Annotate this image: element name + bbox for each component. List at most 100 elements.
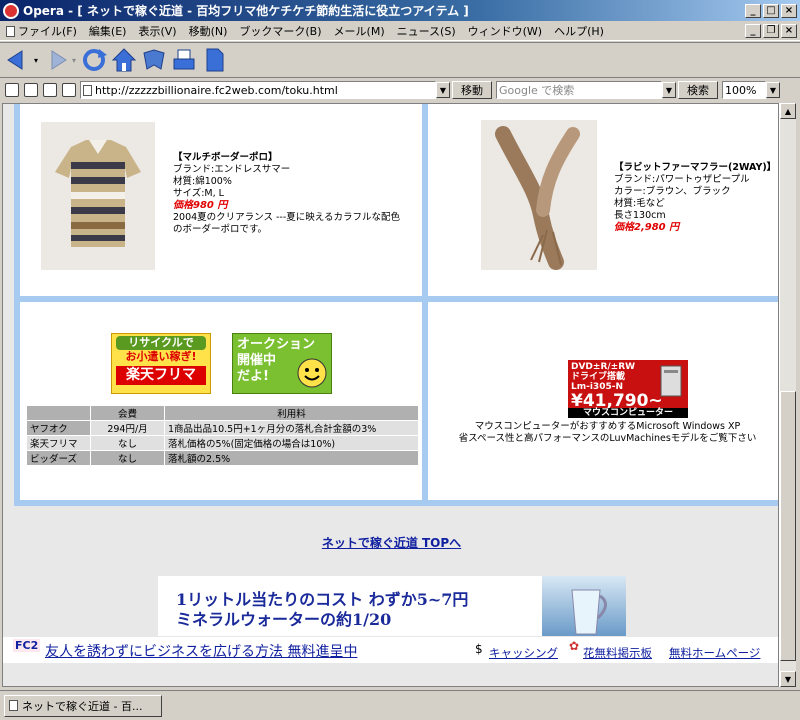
cell-fleamarket xyxy=(20,302,422,500)
menu-window[interactable]: ウィンドウ(W) xyxy=(462,23,548,39)
fee-membership: なし xyxy=(90,435,165,451)
page-tab[interactable]: ネットで稼ぐ近道 - 百... xyxy=(4,694,162,717)
menu-mail[interactable]: メール(M) xyxy=(328,23,391,39)
fee-header-usage: 利用料 xyxy=(164,405,419,421)
pc-ad-banner[interactable]: DVD±R/±RW ドライブ搭載 Lm-i305-N ¥41,790~ マウスコ… xyxy=(568,360,688,418)
auction-banner-line1: オークション xyxy=(237,337,316,352)
go-button[interactable]: 移動 xyxy=(452,81,492,99)
fee-service: 楽天フリマ xyxy=(26,435,91,451)
smiley-mascot-icon xyxy=(297,358,327,388)
computer-tower-icon xyxy=(660,365,682,397)
polo-price: 価格980 円 xyxy=(173,200,228,211)
menu-edit[interactable]: 編集(E) xyxy=(83,23,133,39)
flower-board-link[interactable]: 花無料掲示板 xyxy=(583,645,652,661)
menu-help[interactable]: ヘルプ(H) xyxy=(548,23,610,39)
zoom-dropdown-button[interactable]: ▼ xyxy=(766,82,780,98)
page-button[interactable] xyxy=(200,46,228,74)
auction-banner[interactable]: オークション 開催中 だよ! xyxy=(232,333,332,394)
opera-logo-icon[interactable] xyxy=(3,2,19,19)
polo-image[interactable] xyxy=(41,122,155,270)
minimize-button[interactable]: _ xyxy=(745,3,761,18)
pc-ad-brand: マウスコンピューター xyxy=(568,408,688,418)
rakuten-flea-banner[interactable]: リサイクルで お小遣い稼ぎ! 楽天フリマ xyxy=(111,333,211,394)
tab-title: ネットで稼ぐ近道 - 百... xyxy=(22,699,143,713)
status-bar: ネットで稼ぐ近道 - 百... xyxy=(0,690,800,720)
pc-ad-desc-2: 省スペース性と高パフォーマンスのLuvMachinesモデルをご覧下さい xyxy=(458,433,757,444)
doc-minimize-button[interactable]: _ xyxy=(745,23,761,38)
menu-view[interactable]: 表示(V) xyxy=(132,23,182,39)
reload-button[interactable] xyxy=(80,46,108,74)
fur-muffler-icon xyxy=(495,126,580,270)
scroll-down-button[interactable]: ▼ xyxy=(780,671,796,687)
search-button[interactable]: 検索 xyxy=(678,81,718,99)
home-icon xyxy=(111,48,137,72)
free-homepage-link[interactable]: 無料ホームページ xyxy=(669,645,760,661)
cashing-link[interactable]: キャッシング xyxy=(489,645,558,661)
vertical-scrollbar[interactable]: ▲ ▼ xyxy=(779,103,796,687)
pc-ad-description: マウスコンピューターがおすすめするMicrosoft Windows XP 省ス… xyxy=(435,421,778,445)
flower-icon: ✿ xyxy=(569,639,580,653)
close-button[interactable]: × xyxy=(781,3,797,18)
user-icon[interactable] xyxy=(62,83,76,97)
back-dropdown-icon[interactable]: ▾ xyxy=(34,56,38,65)
document-icon xyxy=(6,26,15,37)
back-arrow-icon xyxy=(7,50,23,70)
forward-button[interactable] xyxy=(42,46,70,74)
fee-table-header: 会費 利用料 xyxy=(26,405,419,421)
muffler-length: 長さ130cm xyxy=(614,210,666,221)
forward-dropdown-icon[interactable]: ▾ xyxy=(72,56,76,65)
fee-membership: 294円/月 xyxy=(90,420,165,436)
muffler-name: 【ラビットファーマフラー(2WAY)】 xyxy=(614,162,777,173)
print-button[interactable] xyxy=(170,46,198,74)
url-input[interactable]: http://zzzzzbillionaire.fc2web.com/toku.… xyxy=(80,81,436,99)
business-link[interactable]: 友人を誘わずにビジネスを広げる方法 無料進呈中 xyxy=(45,641,357,661)
rakuten-banner-line3: 楽天フリマ xyxy=(116,366,206,385)
maximize-button[interactable]: □ xyxy=(763,3,779,18)
reload-icon xyxy=(83,49,108,71)
home-button[interactable] xyxy=(110,46,138,74)
search-dropdown-button[interactable]: ▼ xyxy=(662,82,676,98)
fc2-footer-bar: FC2 友人を誘わずにビジネスを広げる方法 無料進呈中 $ キャッシング ✿ 花… xyxy=(3,637,778,663)
muffler-details: 【ラビットファーマフラー(2WAY)】 ブランド:パワートゥザピープル カラー:… xyxy=(614,162,778,234)
fee-service: ビッダーズ xyxy=(26,450,91,466)
menu-file[interactable]: ファイル(F) xyxy=(0,23,83,39)
muffler-image[interactable] xyxy=(481,120,597,270)
polo-desc-1: 2004夏のクリアランス ---夏に映えるカラフルな配色 xyxy=(173,212,401,223)
bookmark-button[interactable] xyxy=(140,46,168,74)
blank-page-icon[interactable] xyxy=(43,83,57,97)
menu-news[interactable]: ニュース(S) xyxy=(391,23,462,39)
navigation-toolbar: ▾ ▾ xyxy=(0,42,800,78)
cookie-icon[interactable] xyxy=(24,83,38,97)
table-row: 楽天フリマ なし 落札価格の5%(固定価格の場合は10%) xyxy=(26,435,419,451)
water-ad-banner[interactable]: 1リットル当たりのコスト わずか5~7円 ミネラルウォーターの約1/20 xyxy=(158,576,626,636)
water-pitcher-icon xyxy=(571,589,607,635)
scroll-thumb[interactable] xyxy=(780,391,796,661)
bookmark-icon xyxy=(143,49,165,70)
doc-close-button[interactable]: × xyxy=(781,23,797,38)
url-dropdown-button[interactable]: ▼ xyxy=(436,82,450,98)
back-button[interactable] xyxy=(4,46,32,74)
money-bag-icon: $ xyxy=(475,642,483,656)
pc-ad-desc-1: マウスコンピューターがおすすめするMicrosoft Windows XP xyxy=(474,421,741,432)
rakuten-banner-line2: お小遣い稼ぎ! xyxy=(125,350,197,363)
menu-navigate[interactable]: 移動(N) xyxy=(183,23,234,39)
window-title: Opera - [ ネットで稼ぐ近道 - 百均フリマ他ケチケチ節約生活に役立つア… xyxy=(23,4,469,18)
doc-restore-button[interactable]: ❐ xyxy=(763,23,779,38)
water-pitcher-image xyxy=(542,576,626,636)
print-icon xyxy=(173,49,195,70)
fc2-logo[interactable]: FC2 xyxy=(13,639,41,652)
google-search-input[interactable]: Google で検索 xyxy=(496,81,662,99)
address-bar: http://zzzzzbillionaire.fc2web.com/toku.… xyxy=(0,79,800,101)
polo-brand: ブランド:エンドレスサマー xyxy=(173,164,291,175)
lock-icon[interactable] xyxy=(5,83,19,97)
fee-membership: なし xyxy=(90,450,165,466)
page-viewport: 【マルチボーダーポロ】 ブランド:エンドレスサマー 材質:綿100% サイズ:M… xyxy=(2,103,779,687)
polo-details: 【マルチボーダーポロ】 ブランド:エンドレスサマー 材質:綿100% サイズ:M… xyxy=(173,152,423,236)
top-page-link[interactable]: ネットで稼ぐ近道 TOPへ xyxy=(3,534,778,551)
scroll-up-button[interactable]: ▲ xyxy=(780,103,796,119)
rakuten-banner-line1: リサイクルで xyxy=(116,336,206,350)
menu-bookmarks[interactable]: ブックマーク(B) xyxy=(233,23,327,39)
zoom-select[interactable]: 100% xyxy=(722,81,766,99)
water-ad-line2: ミネラルウォーターの約1/20 xyxy=(176,610,392,629)
muffler-material: 材質:毛など xyxy=(614,198,665,209)
